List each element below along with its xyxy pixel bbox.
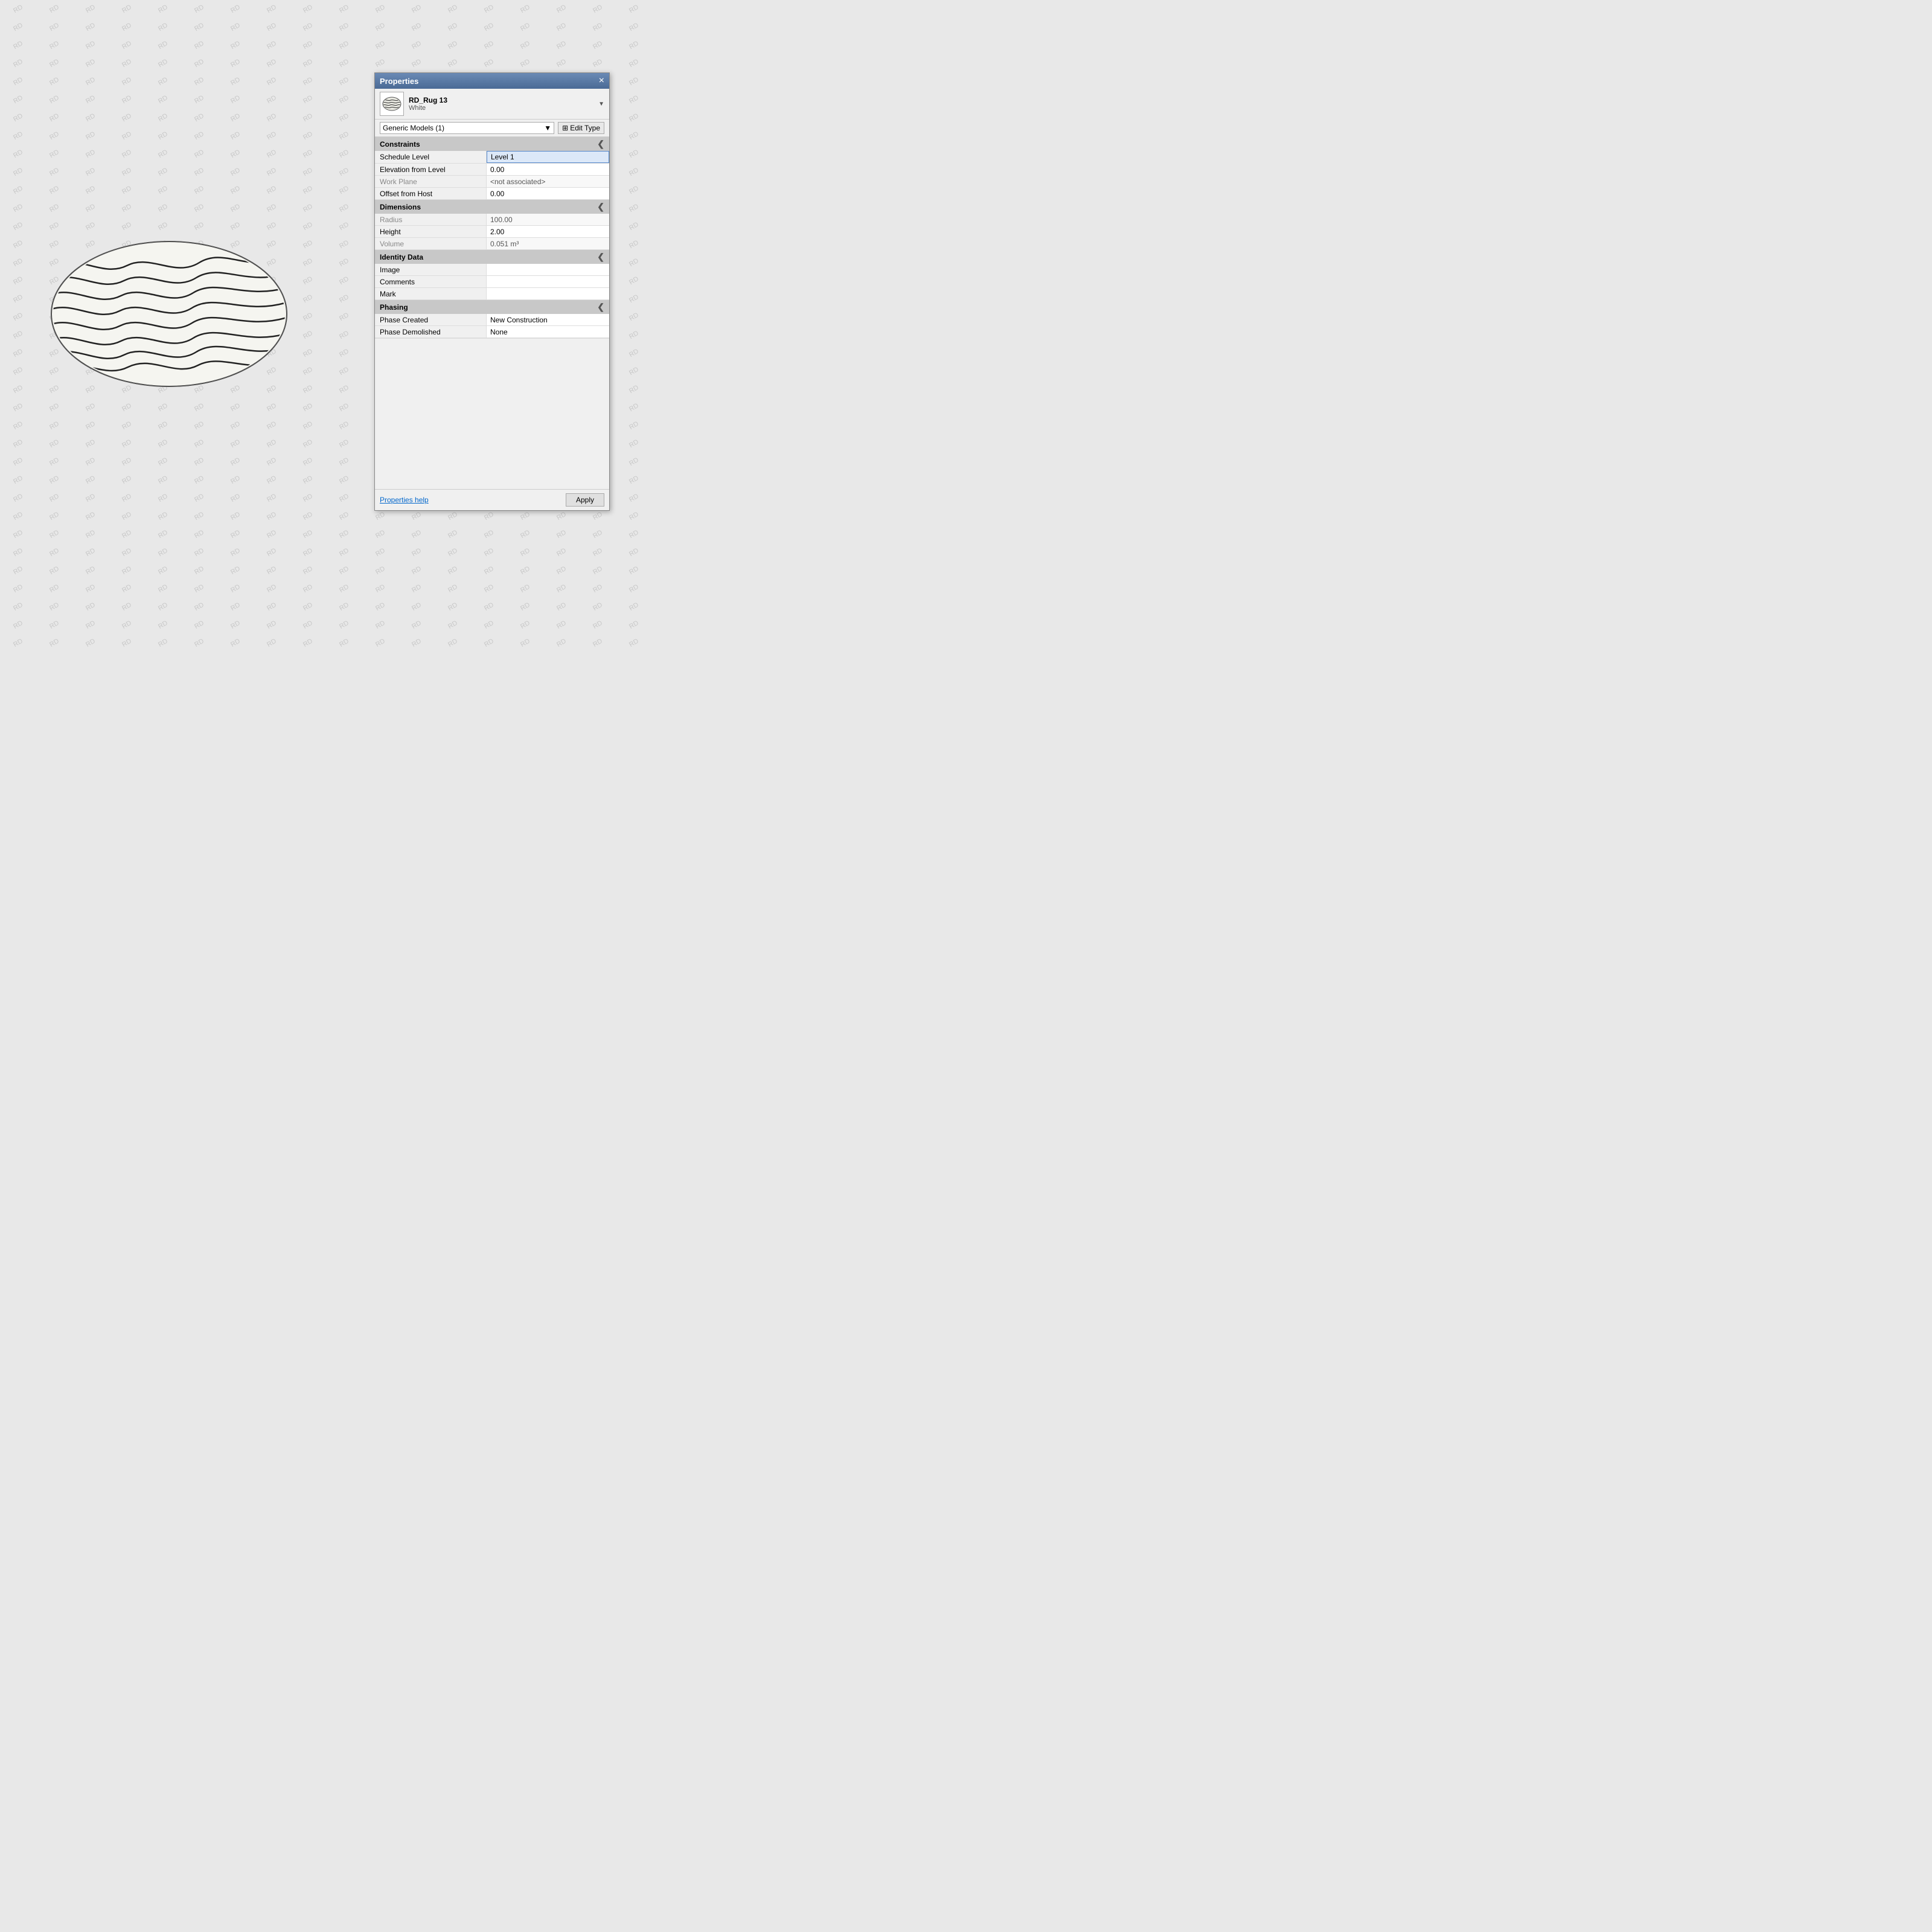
prop-offset-value[interactable]: 0.00 bbox=[487, 188, 609, 199]
prop-radius: Radius 100.00 bbox=[375, 214, 609, 226]
panel-title: Properties bbox=[380, 77, 418, 86]
prop-comments-value[interactable] bbox=[487, 276, 609, 287]
panel-titlebar: Properties × bbox=[375, 73, 609, 89]
prop-image-value[interactable] bbox=[487, 264, 609, 275]
prop-phase-demolished-value[interactable]: None bbox=[487, 326, 609, 337]
section-identity-label: Identity Data bbox=[380, 253, 423, 261]
prop-schedule-level: Schedule Level Level 1 bbox=[375, 151, 609, 164]
apply-button[interactable]: Apply bbox=[566, 493, 604, 507]
section-dimensions[interactable]: Dimensions ❮ bbox=[375, 200, 609, 214]
type-name-container: RD_Rug 13 White bbox=[409, 96, 593, 112]
prop-elevation-label: Elevation from Level bbox=[375, 164, 487, 175]
prop-radius-label: Radius bbox=[375, 214, 487, 225]
panel-type-row: RD_Rug 13 White ▼ bbox=[375, 89, 609, 120]
edit-type-label: Edit Type bbox=[570, 124, 600, 132]
type-name-primary: RD_Rug 13 bbox=[409, 96, 593, 104]
prop-mark-label: Mark bbox=[375, 288, 487, 299]
section-identity-collapse[interactable]: ❮ bbox=[597, 252, 604, 262]
prop-work-plane: Work Plane <not associated> bbox=[375, 176, 609, 188]
properties-help-link[interactable]: Properties help bbox=[380, 496, 429, 504]
prop-volume: Volume 0.051 m³ bbox=[375, 238, 609, 250]
prop-image: Image bbox=[375, 264, 609, 276]
panel-selector-row: Generic Models (1) ▼ ⊞ Edit Type bbox=[375, 120, 609, 137]
instance-selector-dropdown[interactable]: Generic Models (1) ▼ bbox=[380, 122, 554, 134]
prop-schedule-level-value[interactable]: Level 1 bbox=[487, 151, 609, 163]
section-constraints-collapse[interactable]: ❮ bbox=[597, 139, 604, 149]
prop-offset-from-host: Offset from Host 0.00 bbox=[375, 188, 609, 200]
prop-comments: Comments bbox=[375, 276, 609, 288]
properties-panel: Properties × RD_Rug 13 White ▼ bbox=[374, 72, 610, 511]
prop-height-value[interactable]: 2.00 bbox=[487, 226, 609, 237]
type-icon bbox=[380, 92, 404, 116]
prop-elevation-value[interactable]: 0.00 bbox=[487, 164, 609, 175]
prop-comments-label: Comments bbox=[375, 276, 487, 287]
prop-mark: Mark bbox=[375, 288, 609, 300]
prop-schedule-level-label: Schedule Level bbox=[375, 151, 487, 163]
prop-radius-value: 100.00 bbox=[487, 214, 609, 225]
section-dimensions-collapse[interactable]: ❮ bbox=[597, 202, 604, 212]
panel-footer: Properties help Apply bbox=[375, 489, 609, 510]
type-name-secondary: White bbox=[409, 104, 593, 112]
prop-work-plane-label: Work Plane bbox=[375, 176, 487, 187]
prop-phase-demolished: Phase Demolished None bbox=[375, 326, 609, 338]
rug-drawing bbox=[42, 229, 296, 400]
edit-type-icon: ⊞ bbox=[562, 124, 568, 132]
prop-height: Height 2.00 bbox=[375, 226, 609, 238]
prop-elevation-from-level: Elevation from Level 0.00 bbox=[375, 164, 609, 176]
selector-label: Generic Models (1) bbox=[383, 124, 444, 132]
prop-volume-value: 0.051 m³ bbox=[487, 238, 609, 249]
prop-phase-created-value[interactable]: New Construction bbox=[487, 314, 609, 325]
prop-offset-label: Offset from Host bbox=[375, 188, 487, 199]
prop-phase-demolished-label: Phase Demolished bbox=[375, 326, 487, 337]
section-phasing-collapse[interactable]: ❮ bbox=[597, 302, 604, 312]
prop-phase-created: Phase Created New Construction bbox=[375, 314, 609, 326]
prop-volume-label: Volume bbox=[375, 238, 487, 249]
section-phasing[interactable]: Phasing ❮ bbox=[375, 300, 609, 314]
type-dropdown-arrow[interactable]: ▼ bbox=[598, 101, 604, 107]
prop-height-label: Height bbox=[375, 226, 487, 237]
prop-mark-value[interactable] bbox=[487, 288, 609, 299]
prop-image-label: Image bbox=[375, 264, 487, 275]
panel-close-button[interactable]: × bbox=[599, 76, 604, 86]
prop-phase-created-label: Phase Created bbox=[375, 314, 487, 325]
section-phasing-label: Phasing bbox=[380, 303, 408, 312]
section-identity-data[interactable]: Identity Data ❮ bbox=[375, 250, 609, 264]
edit-type-button[interactable]: ⊞ Edit Type bbox=[558, 122, 604, 134]
section-dimensions-label: Dimensions bbox=[380, 203, 421, 211]
section-constraints[interactable]: Constraints ❮ bbox=[375, 137, 609, 151]
prop-work-plane-value: <not associated> bbox=[487, 176, 609, 187]
selector-arrow: ▼ bbox=[544, 124, 551, 132]
panel-empty-area bbox=[375, 338, 609, 489]
section-constraints-label: Constraints bbox=[380, 140, 420, 149]
